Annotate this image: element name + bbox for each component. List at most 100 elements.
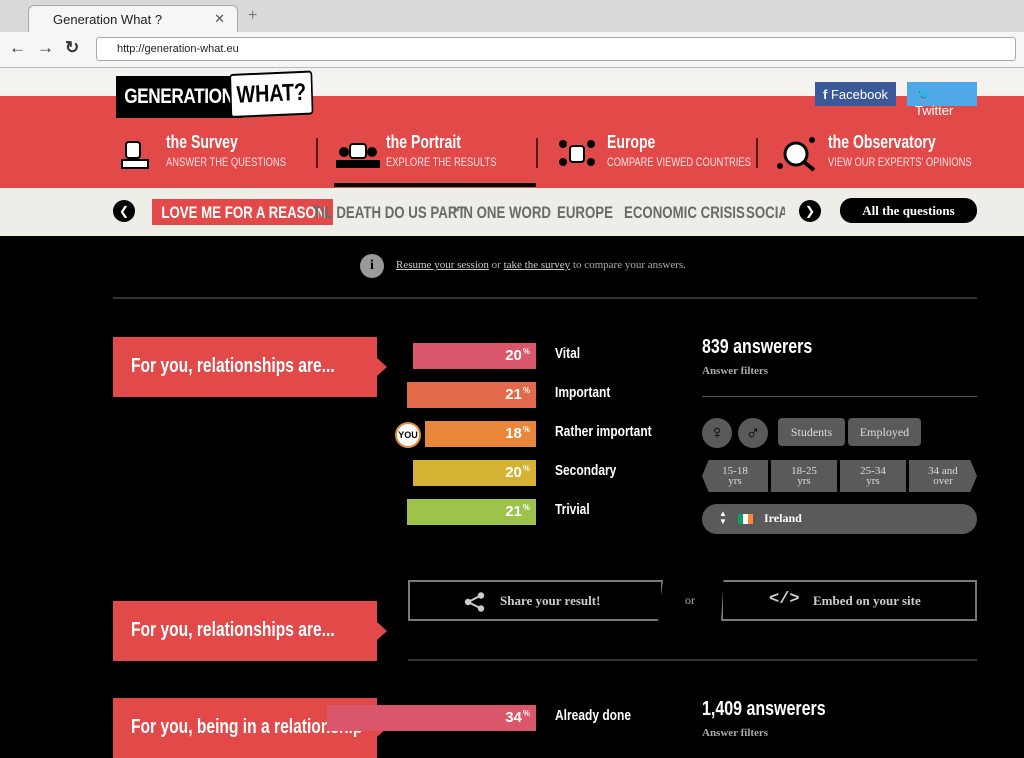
category-economic-crisis[interactable]: ECONOMIC CRISIS [624,199,745,225]
students-filter-button[interactable]: Students [778,418,845,446]
bar-value: 21 [505,386,522,403]
facebook-icon: f [823,87,831,102]
bar-percent-sign: % [522,709,530,718]
facebook-button[interactable]: f Facebook [815,82,897,106]
bar-label: Already done [555,707,632,724]
bar-label: Important [555,384,611,401]
facebook-label: Facebook [830,87,889,102]
age-15-18-bottom: yrs [728,475,742,487]
answer-filters-label: Answer filters [702,727,769,739]
resume-session-link[interactable]: Resume your session [396,259,489,271]
code-icon: </> [769,590,800,609]
menu-observatory-subtitle: VIEW OUR EXPERTS' OPINIONS [828,155,972,169]
twitter-bird-icon: 🐦 [915,87,932,102]
menu-active-indicator [334,183,536,187]
reload-icon[interactable]: ↻ [65,38,79,58]
divider [408,659,977,661]
result-bar-important: 21% [407,382,536,408]
category-next-button[interactable]: ❯ [799,200,821,222]
bar-percent-sign: % [522,464,530,473]
bar-value: 18 [505,425,522,442]
age-25-34-bottom: yrs [866,475,880,487]
forward-arrow-icon[interactable]: → [37,38,54,58]
menu-observatory-title: the Observatory [828,132,936,152]
survey-person-icon [121,141,149,169]
bar-label: Vital [555,345,581,362]
you-badge: YOU [395,422,421,448]
resume-notice: Resume your session or take the survey t… [396,259,686,271]
female-filter-button[interactable]: ♀ [702,418,732,448]
menu-europe[interactable]: Europe COMPARE VIEWED COUNTRIES [555,132,755,188]
twitter-button[interactable]: 🐦Twitter [907,82,977,118]
question-pointer [377,358,387,376]
portrait-group-icon [336,143,380,168]
bar-percent-sign: % [522,503,530,512]
notice-suffix: to compare your answers. [570,259,686,271]
menu-divider [316,138,318,168]
bar-label: Secondary [555,462,617,479]
employed-filter-button[interactable]: Employed [848,418,921,446]
category-prev-button[interactable]: ❮ [113,200,135,222]
share-icon [464,592,485,612]
europe-crowd-icon [559,140,595,166]
bar-percent-sign: % [522,347,530,356]
question-1-text: For you, relationships are... [131,355,335,377]
male-filter-button[interactable]: ♂ [738,418,768,448]
result-bar-vital: 20% [413,343,536,369]
take-survey-link[interactable]: take the survey [504,259,571,271]
category-til-death[interactable]: TIL DEATH DO US PART [313,199,465,225]
bar-value: 20 [505,347,522,364]
question-pointer [377,622,387,640]
answerers-count: 1,409 answerers [702,698,826,720]
category-love-me-for-a-reason[interactable]: LOVE ME FOR A REASON [152,199,334,225]
browser-tab[interactable]: Generation What ? ✕ [28,5,238,32]
menu-portrait-subtitle: EXPLORE THE RESULTS [386,155,497,169]
divider [702,396,977,397]
menu-europe-title: Europe [607,132,656,152]
menu-portrait[interactable]: the Portrait EXPLORE THE RESULTS [334,132,536,188]
all-questions-button[interactable]: All the questions [840,198,977,223]
answer-filters-label: Answer filters [702,365,769,377]
twitter-label: Twitter [915,103,954,118]
logo-generation[interactable]: GENERATION [116,76,243,118]
browser-toolbar: ← → ↻ http://generation-what.eu [0,32,1024,68]
question-label: For you, relationships are... [113,337,377,397]
new-tab-icon[interactable]: + [248,7,257,25]
age-filter-15-18[interactable]: 15-18 yrs [702,460,768,492]
menu-survey-title: the Survey [166,132,238,152]
observatory-magnifier-icon [777,137,816,172]
bar-percent-sign: % [522,386,530,395]
age-filter-25-34[interactable]: 25-34 yrs [840,460,906,492]
or-separator: or [685,593,695,607]
embed-site-button[interactable]: </> Embed on your site [721,580,977,621]
country-name: Ireland [764,511,802,525]
question-label: For you, relationships are... [113,601,377,661]
answerers-count: 839 answerers [702,336,813,358]
menu-portrait-title: the Portrait [386,132,461,152]
share-result-button[interactable]: Share your result! [408,580,663,621]
address-bar[interactable]: http://generation-what.eu [96,37,1016,61]
menu-europe-subtitle: COMPARE VIEWED COUNTRIES [607,155,751,169]
category-europe[interactable]: EUROPE [557,199,613,225]
bar-value: 34 [505,709,522,726]
bar-value: 21 [505,503,522,520]
question-2-text: For you, relationships are... [131,619,335,641]
menu-divider [756,138,758,168]
category-in-one-word[interactable]: “IN ONE WORD [453,199,551,225]
age-filter-18-25[interactable]: 18-25 yrs [771,460,837,492]
result-bar-trivial: 21% [407,499,536,525]
back-arrow-icon[interactable]: ← [9,38,26,58]
share-result-label: Share your result! [500,593,601,608]
menu-observatory[interactable]: the Observatory VIEW OUR EXPERTS' OPINIO… [776,132,976,188]
embed-site-label: Embed on your site [813,593,921,608]
logo-what[interactable]: WHAT? [229,70,314,118]
bar-label: Rather important [555,423,652,440]
age-34-over-bottom: over [933,475,953,487]
notice-or: or [488,259,504,271]
tab-close-icon[interactable]: ✕ [214,11,225,27]
info-icon: i [360,254,384,278]
age-filter-34-over[interactable]: 34 and over [909,460,977,492]
menu-survey[interactable]: the Survey ANSWER THE QUESTIONS [118,132,308,188]
tab-title: Generation What ? [53,12,163,27]
category-social[interactable]: SOCIAL [746,199,785,225]
